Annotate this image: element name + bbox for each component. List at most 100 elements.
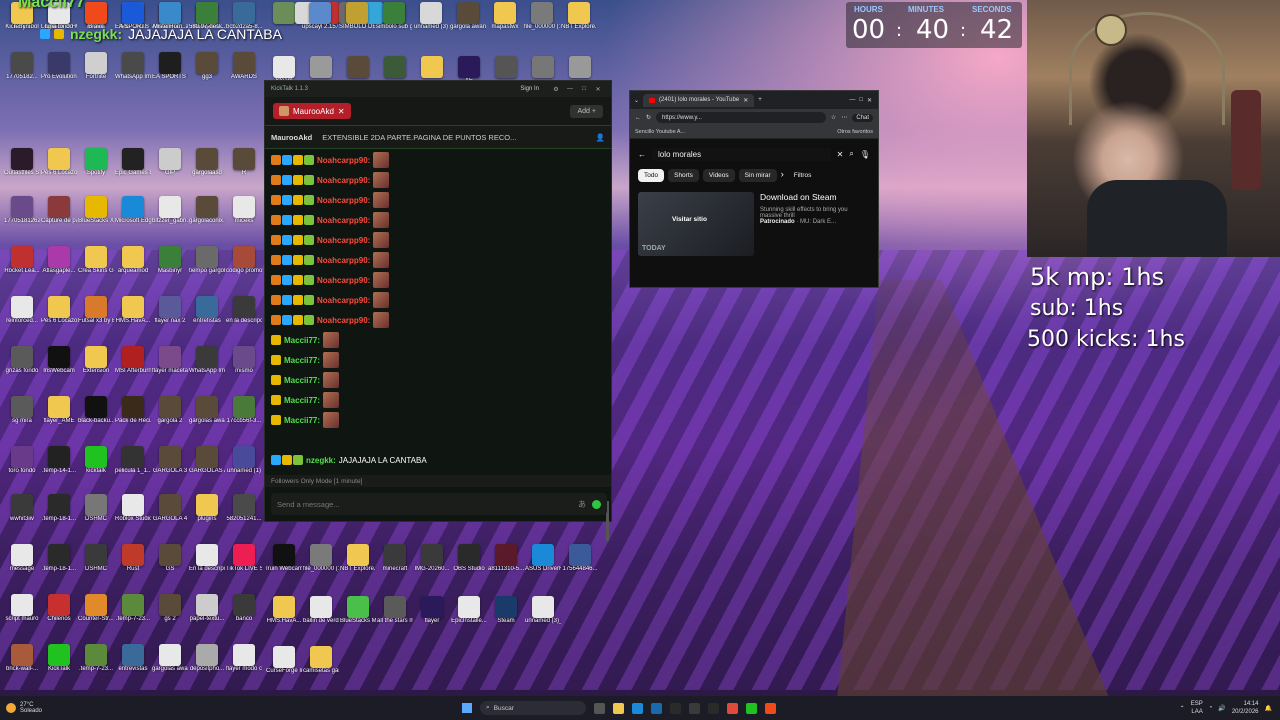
clock[interactable]: 14:14 20/2/2026 bbox=[1232, 700, 1259, 716]
desktop-icon[interactable]: simbolo sub gold bbox=[376, 2, 412, 31]
minimize-icon[interactable]: — bbox=[563, 86, 577, 92]
chat-nick[interactable]: Noahcarpp90: bbox=[317, 296, 370, 305]
desktop-icon[interactable]: Fortnite bbox=[78, 52, 114, 81]
desktop-icon[interactable]: BlueStacks X bbox=[78, 196, 114, 225]
chat-nick[interactable]: Noahcarpp90: bbox=[317, 216, 370, 225]
file-explorer-icon[interactable] bbox=[613, 702, 624, 714]
desktop-icon[interactable]: GARGOLA 3 bbox=[152, 446, 188, 475]
star-icon[interactable]: ☆ bbox=[831, 114, 836, 121]
tab-mauroakd[interactable]: MaurooAkd ✕ bbox=[273, 103, 351, 119]
browser-tab-youtube[interactable]: (2401) lolo morales - YouTube ✕ bbox=[643, 93, 755, 107]
desktop-icon[interactable]: unnamed (1) bbox=[226, 446, 262, 475]
desktop-icon[interactable]: toro fondo bbox=[4, 446, 40, 475]
desktop-icon[interactable]: EpicInstalle... bbox=[451, 596, 487, 625]
desktop-icon[interactable]: Epic Games Launcher bbox=[115, 148, 151, 177]
new-tab-icon[interactable]: + bbox=[758, 97, 762, 103]
tab-close-icon[interactable]: ✕ bbox=[338, 107, 345, 116]
desktop-icon[interactable]: IMG-20260... bbox=[414, 544, 450, 573]
chat-nick[interactable]: nzegkk: bbox=[306, 456, 336, 465]
desktop-icon[interactable]: upscayl 2.15.0 bbox=[302, 2, 338, 31]
desktop-icon[interactable]: plugins bbox=[189, 494, 225, 523]
chat-input[interactable]: Send a message... あ bbox=[271, 493, 607, 515]
desktop-icon[interactable]: sg mira bbox=[4, 396, 40, 425]
desktop-icon[interactable]: minecraft bbox=[377, 544, 413, 573]
weather-widget[interactable]: 27°C Soleado bbox=[0, 702, 226, 714]
desktop-icon[interactable]: NBT Explore... bbox=[340, 544, 376, 573]
ad-thumbnail[interactable]: Visitar sitio TODAY bbox=[638, 192, 754, 256]
brave-icon[interactable] bbox=[765, 702, 776, 714]
desktop-icon[interactable]: en la descripcio... bbox=[226, 296, 262, 325]
desktop-icon[interactable]: R bbox=[226, 148, 262, 177]
notifications-icon[interactable]: 🔔 bbox=[1265, 705, 1272, 712]
desktop-icon[interactable]: black-backu... bbox=[78, 396, 114, 425]
bookmark-item[interactable]: Sencillo Youtube A... bbox=[635, 129, 685, 135]
desktop-icon[interactable]: Roblox Studio bbox=[115, 494, 151, 523]
desktop-icon[interactable]: Counter-Str... 2 bbox=[78, 594, 114, 623]
address-bar[interactable]: https://www.y... bbox=[656, 112, 826, 123]
kicktalk-icon[interactable] bbox=[746, 702, 757, 714]
desktop-icon[interactable]: bitzzer_gabri... bbox=[152, 196, 188, 225]
desktop-icon[interactable]: gargolas awards bbox=[189, 396, 225, 425]
desktop-icon[interactable]: all the stars malta.afd bbox=[377, 596, 413, 625]
msi-icon[interactable] bbox=[689, 702, 700, 714]
desktop-icon[interactable]: gargolaconix... bbox=[189, 196, 225, 225]
desktop-icon[interactable]: depositpho... bbox=[189, 644, 225, 673]
desktop-icon[interactable]: .temp-14-1... bbox=[41, 446, 77, 475]
desktop-icon[interactable]: Pes 6 Locazos bbox=[41, 148, 77, 177]
back-icon[interactable]: ← bbox=[635, 115, 641, 121]
desktop-icon[interactable]: Outlastfiles Streams bbox=[4, 148, 40, 177]
desktop-icon[interactable] bbox=[303, 56, 339, 78]
users-icon[interactable]: 👤 bbox=[596, 133, 605, 142]
desktop-icon[interactable] bbox=[340, 56, 376, 78]
tab-list-icon[interactable]: ⌄ bbox=[634, 97, 639, 104]
desktop-icon[interactable]: GIP bbox=[152, 148, 188, 177]
desktop-icon[interactable]: script mauro bbox=[4, 594, 40, 623]
desktop-icon[interactable]: Extension bbox=[78, 346, 114, 375]
desktop-icon[interactable]: unnamed (3)_upscayl... bbox=[525, 596, 561, 625]
desktop-icon[interactable]: Microsoft Edge bbox=[115, 196, 151, 225]
visit-site-button[interactable]: Visitar sitio bbox=[672, 216, 707, 223]
desktop-icon[interactable]: GS bbox=[152, 544, 188, 573]
desktop-icon[interactable]: KickTalk bbox=[41, 644, 77, 673]
desktop-icon[interactable]: GARGOLA 4 bbox=[152, 494, 188, 523]
desktop-icon[interactable]: file_000000 (1)_upscay... bbox=[303, 544, 339, 573]
more-icon[interactable]: ⋯ bbox=[841, 114, 847, 121]
desktop-icon[interactable] bbox=[414, 56, 450, 78]
desktop-icon[interactable]: MSI Afterburner bbox=[115, 346, 151, 375]
desktop-icon[interactable]: ASUS DriverHub bbox=[525, 544, 561, 573]
chip-sin-mirar[interactable]: Sin mirar bbox=[738, 169, 777, 182]
desktop-icon[interactable]: .temp-18-1... bbox=[41, 494, 77, 523]
edge-icon[interactable] bbox=[632, 702, 643, 714]
desktop-icon[interactable]: Pes 6 Locazos bbox=[41, 296, 77, 325]
desktop-icon[interactable]: Pro Evolution Soccer 6 bbox=[41, 52, 77, 81]
desktop-icon[interactable]: wwhit3iiv bbox=[4, 494, 40, 523]
ea-icon[interactable] bbox=[670, 702, 681, 714]
add-channel-button[interactable]: Add + bbox=[570, 104, 603, 118]
desktop-icon[interactable]: 17705181262... bbox=[4, 196, 40, 225]
desktop-icon[interactable]: tiempo gargola bbox=[189, 246, 225, 275]
search-icon[interactable]: ⌕ bbox=[849, 149, 853, 159]
close-icon[interactable]: ✕ bbox=[591, 86, 605, 93]
chat-nick[interactable]: Maccii77: bbox=[284, 416, 320, 425]
desktop-icon[interactable]: message bbox=[4, 544, 40, 573]
chat-button[interactable]: Chat bbox=[852, 113, 873, 122]
desktop-icon[interactable]: SIMBOLO DE CUB bbox=[339, 2, 375, 31]
desktop-icon[interactable]: BlueStacks Multi-Insta... bbox=[340, 596, 376, 625]
desktop-icon[interactable]: reinforced... bbox=[4, 296, 40, 325]
clear-icon[interactable]: ✕ bbox=[837, 150, 844, 159]
chat-nick[interactable]: Maccii77: bbox=[284, 356, 320, 365]
chip-todo[interactable]: Todo bbox=[638, 169, 665, 182]
desktop-icon[interactable]: Atlasgaple... bbox=[41, 246, 77, 275]
wifi-icon[interactable]: ◔ bbox=[1209, 705, 1213, 711]
chat-nick[interactable]: Maccii77: bbox=[284, 396, 320, 405]
desktop-icon[interactable]: gargola award2026 bbox=[450, 2, 486, 31]
chevron-up-icon[interactable]: ⌃ bbox=[1180, 705, 1185, 712]
desktop-icon[interactable]: Capture de pantalla bbox=[41, 196, 77, 225]
desktop-icon[interactable]: 582051241... bbox=[226, 494, 262, 523]
task-view-icon[interactable] bbox=[594, 702, 605, 714]
microphone-icon[interactable]: 🎙 bbox=[860, 150, 870, 159]
desktop-icon[interactable]: WhatsApp Image 2026... bbox=[189, 346, 225, 375]
desktop-icon[interactable]: flayer nax 2 bbox=[152, 296, 188, 325]
chat-nick[interactable]: Noahcarpp90: bbox=[317, 236, 370, 245]
desktop-icon[interactable]: OBS Studio bbox=[451, 544, 487, 573]
